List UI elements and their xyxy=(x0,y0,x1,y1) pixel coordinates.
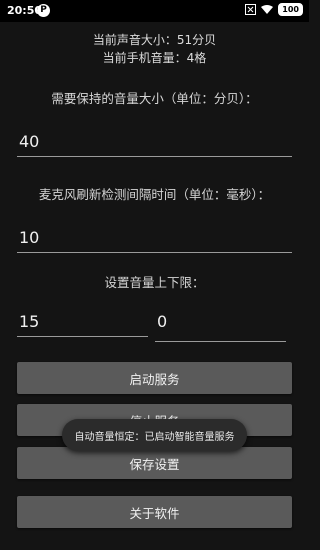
upper-limit-input[interactable]: 0 xyxy=(155,312,286,342)
about-button[interactable]: 关于软件 xyxy=(17,496,292,528)
save-settings-button[interactable]: 保存设置 xyxy=(17,447,292,479)
interval-input[interactable]: 10 xyxy=(17,228,292,253)
start-service-button[interactable]: 启动服务 xyxy=(17,362,292,394)
toast-message: 自动音量恒定：已启动智能音量服务 xyxy=(62,419,247,451)
limits-label: 设置音量上下限： xyxy=(104,275,205,290)
status-icons: 100 xyxy=(245,3,303,16)
target-level-input[interactable]: 40 xyxy=(17,132,292,157)
interval-label: 麦克风刷新检测间隔时间（单位：毫秒）： xyxy=(38,187,271,202)
battery-icon: 100 xyxy=(278,3,303,16)
app-notification-icon: P xyxy=(37,4,50,17)
target-level-label: 需要保持的音量大小（单位：分贝）： xyxy=(51,91,258,106)
status-bar: 20:50 P 100 xyxy=(0,0,309,22)
wifi-icon xyxy=(261,5,274,14)
current-sound-readout: 当前声音大小：51分贝 xyxy=(92,33,217,47)
current-volume-readout: 当前手机音量：4格 xyxy=(102,51,207,65)
close-box-icon xyxy=(245,4,257,15)
lower-limit-input[interactable]: 15 xyxy=(17,312,148,337)
